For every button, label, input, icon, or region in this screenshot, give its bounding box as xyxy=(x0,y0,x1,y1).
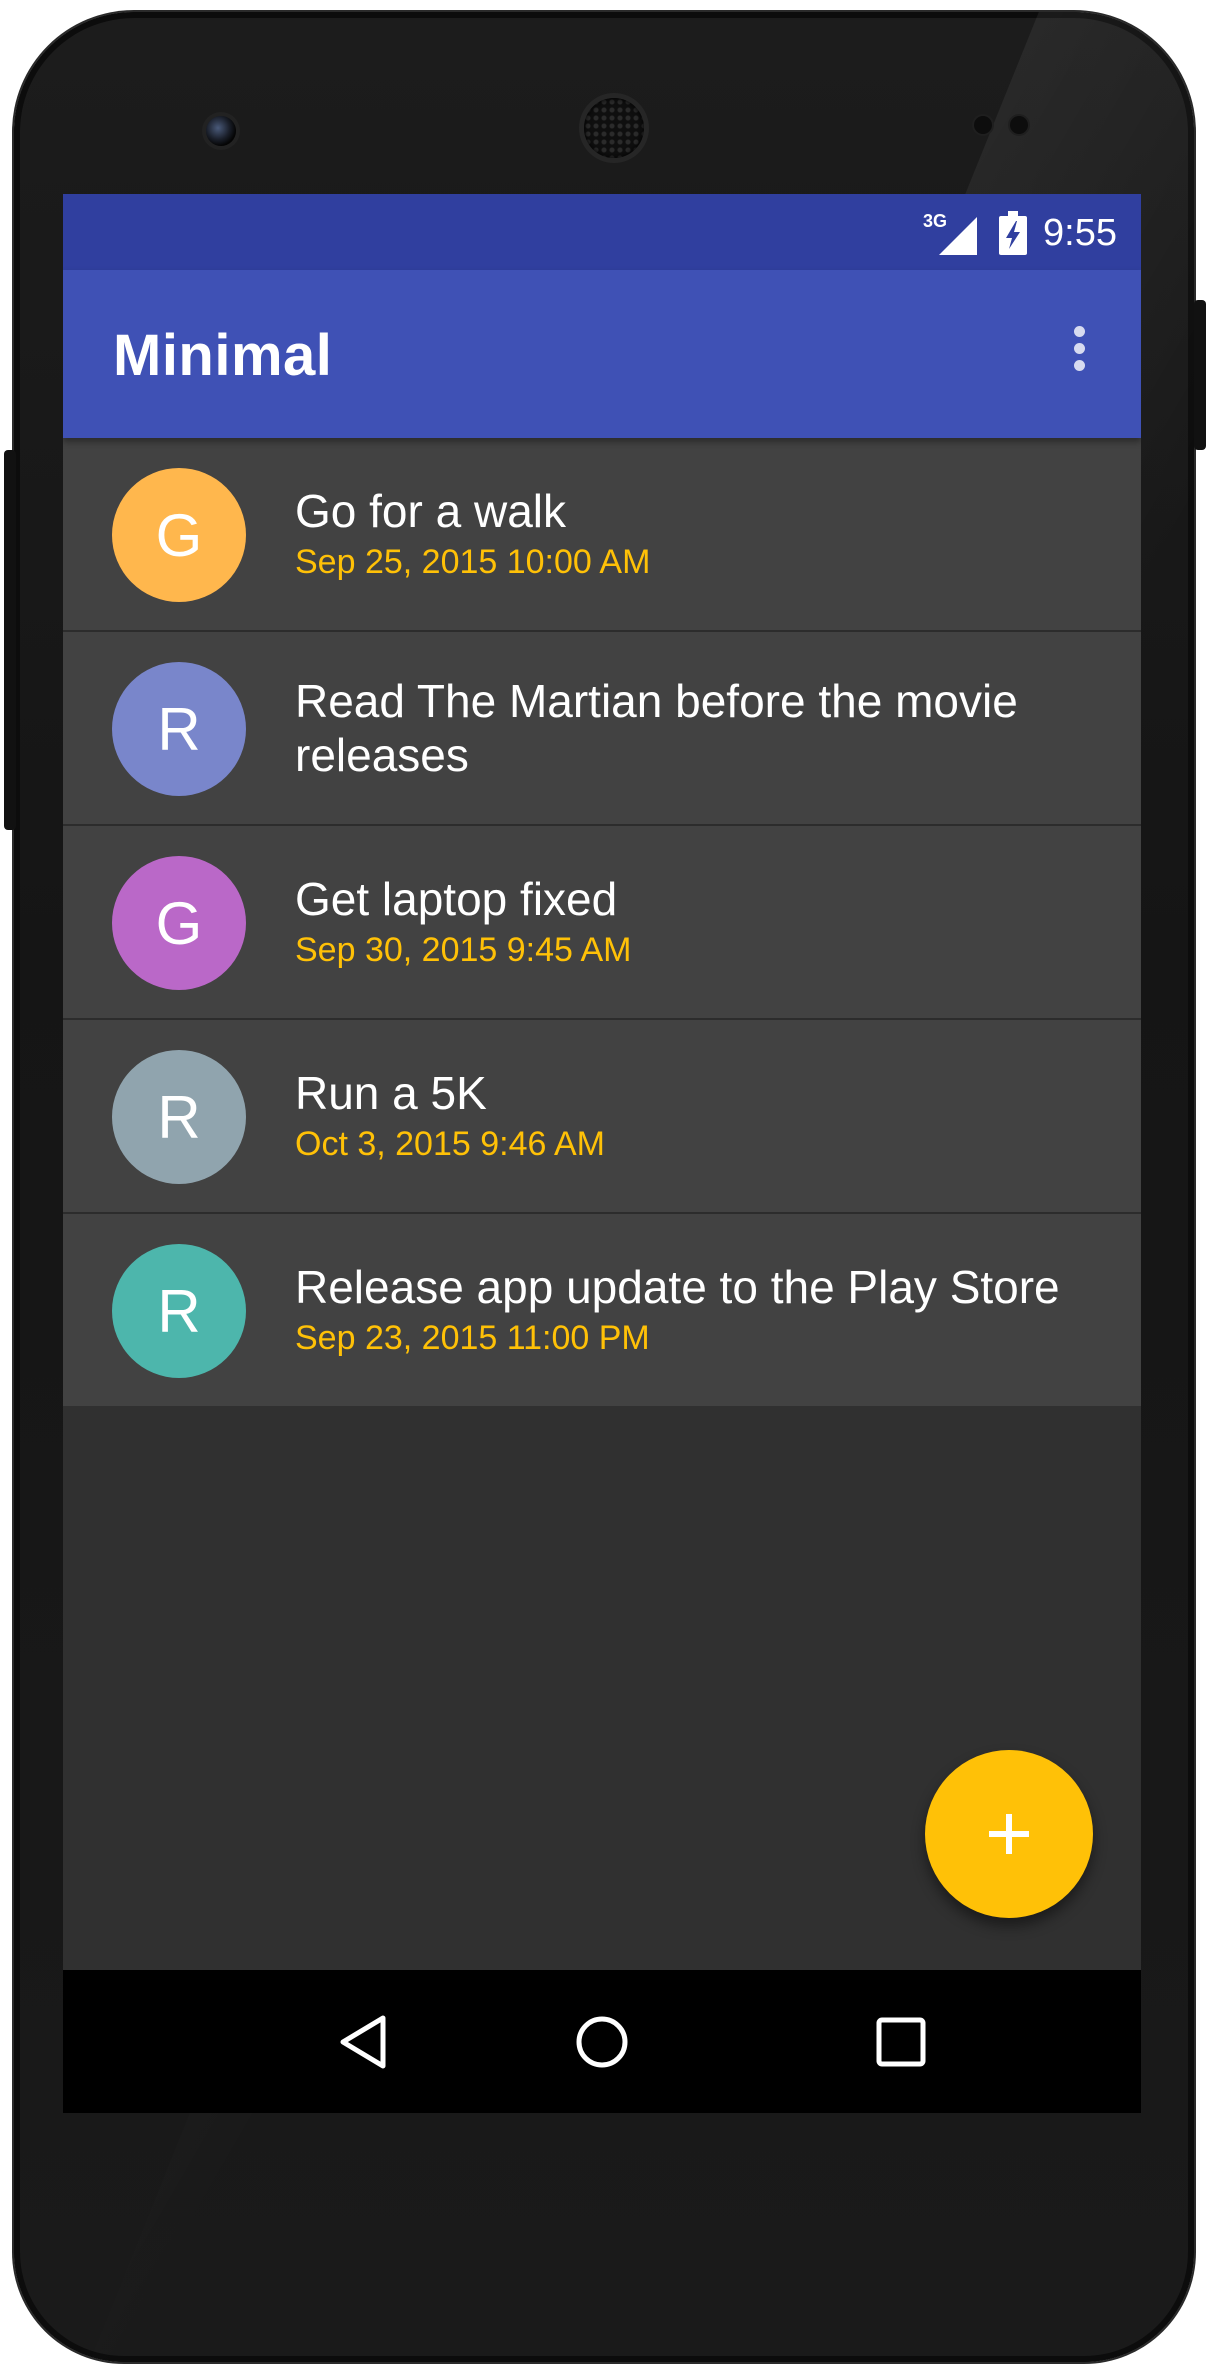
overflow-menu-icon[interactable] xyxy=(1067,320,1091,390)
recents-icon xyxy=(876,2017,926,2067)
avatar: G xyxy=(112,856,246,990)
avatar-initial: R xyxy=(157,1083,201,1151)
task-row[interactable]: G Go for a walk Sep 25, 2015 10:00 AM xyxy=(63,438,1141,632)
front-camera xyxy=(206,116,236,146)
task-text: Get laptop fixed Sep 30, 2015 9:45 AM xyxy=(295,872,1115,970)
avatar: G xyxy=(112,468,246,602)
task-title: Release app update to the Play Store xyxy=(295,1261,1060,1313)
avatar: R xyxy=(112,1050,246,1184)
task-row[interactable]: R Read The Martian before the movie rele… xyxy=(63,632,1141,826)
earpiece-speaker xyxy=(584,98,644,158)
task-row[interactable]: G Get laptop fixed Sep 30, 2015 9:45 AM xyxy=(63,826,1141,1020)
battery-charging-icon xyxy=(999,211,1028,255)
avatar-initial: G xyxy=(155,889,203,957)
recents-button[interactable] xyxy=(865,2006,937,2078)
task-date: Sep 25, 2015 10:00 AM xyxy=(295,543,651,581)
back-icon xyxy=(340,2015,386,2069)
avatar: R xyxy=(112,662,246,796)
task-row[interactable]: R Release app update to the Play Store S… xyxy=(63,1214,1141,1406)
task-text: Release app update to the Play Store Sep… xyxy=(295,1260,1115,1358)
home-button[interactable] xyxy=(566,2006,638,2078)
task-list: G Go for a walk Sep 25, 2015 10:00 AM R … xyxy=(63,438,1141,1406)
proximity-sensors xyxy=(974,116,1044,136)
task-text: Go for a walk Sep 25, 2015 10:00 AM xyxy=(295,484,1115,582)
avatar-initial: R xyxy=(157,1277,201,1345)
back-button[interactable] xyxy=(327,2006,399,2078)
task-text: Read The Martian before the movie releas… xyxy=(295,674,1115,782)
plus-icon xyxy=(989,1814,1029,1854)
status-icons: 3G 9:55 xyxy=(923,208,1117,258)
avatar-initial: R xyxy=(157,695,201,763)
task-title: Go for a walk xyxy=(295,485,566,537)
task-date: Sep 23, 2015 11:00 PM xyxy=(295,1319,650,1357)
app-screen: 3G 9:55 Minimal G Go for a walk Sep 25, … xyxy=(63,194,1141,2107)
app-title: Minimal xyxy=(113,323,333,388)
volume-button xyxy=(4,450,16,830)
task-title: Read The Martian before the movie releas… xyxy=(295,675,1018,781)
status-bar: 3G 9:55 xyxy=(63,194,1141,270)
app-bar: Minimal xyxy=(63,270,1141,438)
signal-icon: 3G xyxy=(923,211,978,255)
navigation-bar xyxy=(63,1970,1141,2113)
task-row[interactable]: R Run a 5K Oct 3, 2015 9:46 AM xyxy=(63,1020,1141,1214)
task-date: Oct 3, 2015 9:46 AM xyxy=(295,1125,605,1163)
avatar: R xyxy=(112,1244,246,1378)
clock: 9:55 xyxy=(1043,211,1117,254)
task-title: Get laptop fixed xyxy=(295,873,618,925)
power-button xyxy=(1194,300,1206,450)
avatar-initial: G xyxy=(155,501,203,569)
task-text: Run a 5K Oct 3, 2015 9:46 AM xyxy=(295,1066,1115,1164)
task-title: Run a 5K xyxy=(295,1067,487,1119)
task-date: Sep 30, 2015 9:45 AM xyxy=(295,931,632,969)
home-icon xyxy=(576,2016,628,2068)
add-task-button[interactable] xyxy=(925,1750,1093,1918)
